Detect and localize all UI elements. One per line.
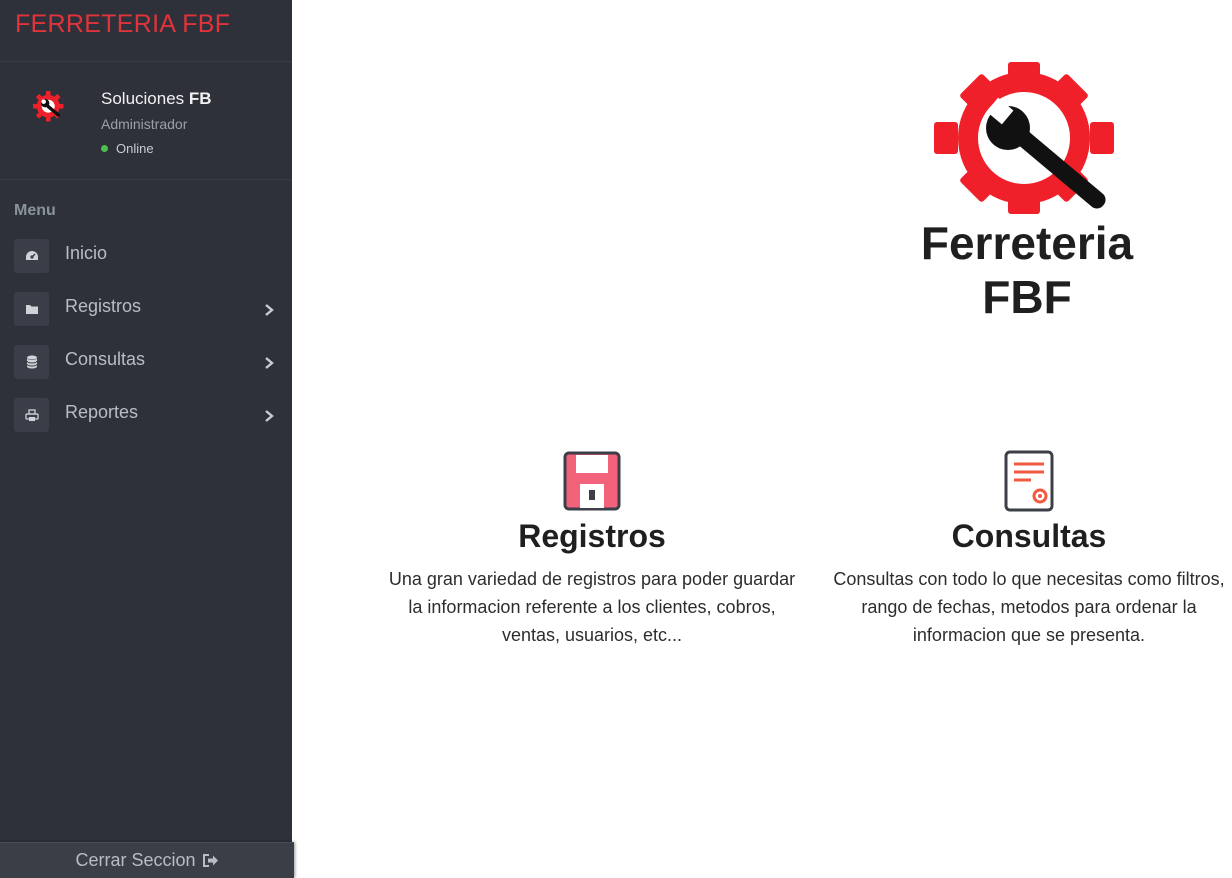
sidebar-item-label: Registros — [65, 296, 142, 316]
user-status: Online — [101, 141, 154, 156]
chevron-right-icon — [265, 410, 274, 422]
sidebar-item-label: Consultas — [65, 349, 146, 369]
sidebar-item-reportes[interactable]: Reportes — [0, 395, 292, 448]
database-icon — [14, 345, 49, 379]
floppy-disk-icon — [563, 451, 621, 511]
brand[interactable]: FERRETERIA FBF — [0, 0, 292, 62]
sidebar: FERRETERIA FBF Soluciones FB Administrad… — [0, 0, 294, 878]
folder-icon — [14, 292, 49, 326]
feature-description: Una gran variedad de registros para pode… — [388, 569, 796, 645]
logout-button[interactable]: Cerrar Seccion — [0, 842, 294, 878]
feature-description: Consultas con todo lo que necesitas como… — [833, 569, 1225, 645]
feature-title: Consultas — [951, 518, 1107, 554]
document-settings-icon — [1004, 450, 1054, 512]
page-title: Ferreteria FBF — [920, 217, 1134, 323]
feature-registros: Registros Una gran variedad de registros… — [382, 450, 802, 649]
printer-icon — [14, 398, 49, 432]
sidebar-item-label: Reportes — [65, 402, 139, 422]
gear-wrench-logo-icon — [934, 62, 1127, 214]
chevron-right-icon — [265, 304, 274, 316]
sidebar-menu: Inicio Registros Consultas Reportes — [0, 236, 292, 448]
feature-title: Registros — [518, 518, 666, 554]
feature-consultas: Consultas Consultas con todo lo que nece… — [819, 450, 1232, 649]
menu-header: Menu — [14, 202, 56, 219]
logout-label: Cerrar Seccion — [75, 850, 196, 870]
chevron-right-icon — [265, 357, 274, 369]
dashboard-icon — [14, 239, 49, 273]
sidebar-item-label: Inicio — [65, 243, 108, 263]
status-dot-icon — [101, 145, 108, 152]
sidebar-item-inicio[interactable]: Inicio — [0, 236, 292, 289]
user-name: Soluciones FB — [101, 89, 212, 108]
brand-title: FERRETERIA FBF — [15, 10, 231, 38]
main-content: Ferreteria FBF Registros Una gran varied… — [292, 0, 1232, 878]
sidebar-item-consultas[interactable]: Consultas — [0, 342, 292, 395]
gear-wrench-logo-icon — [33, 91, 64, 122]
sign-out-icon — [202, 854, 218, 867]
user-role: Administrador — [101, 116, 188, 132]
sidebar-item-registros[interactable]: Registros — [0, 289, 292, 342]
status-label: Online — [116, 141, 154, 156]
user-panel: Soluciones FB Administrador Online — [0, 62, 292, 180]
